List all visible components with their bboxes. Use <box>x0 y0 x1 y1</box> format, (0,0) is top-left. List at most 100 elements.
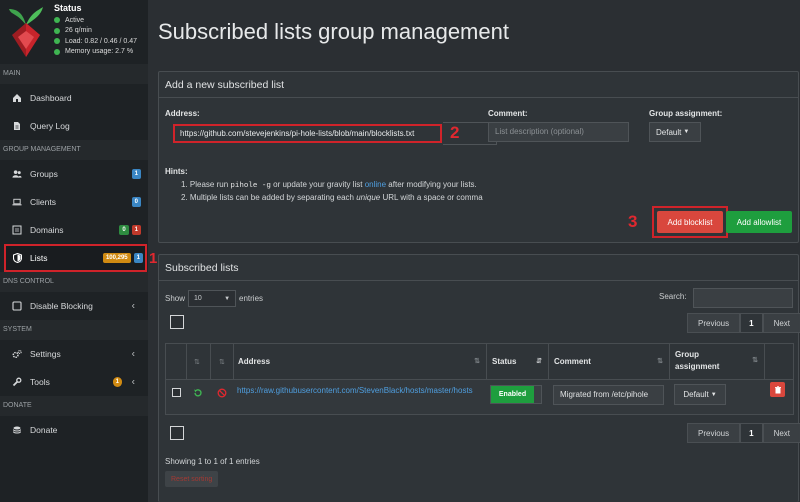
previous-button[interactable]: Previous <box>687 423 741 443</box>
sidebar-item-label: Groups <box>30 169 58 179</box>
comment-label: Comment: <box>488 109 528 118</box>
table-header-row: ⇅ ⇅ Address ⇅ Status ⇵ Comment ⇅ Group assi… <box>166 344 793 414</box>
sidebar-item-donate[interactable]: Donate <box>0 416 148 444</box>
sidebar-item-dashboard[interactable]: Dashboard <box>0 84 148 112</box>
caret-down-icon: ▼ <box>683 129 690 135</box>
online-link[interactable]: online <box>365 180 386 189</box>
stop-icon <box>12 301 22 311</box>
status-load: Load: 0.82 / 0.46 / 0.47 <box>65 37 138 45</box>
subscribed-lists-header: Subscribed lists <box>159 255 798 281</box>
column-comment[interactable]: Comment ⇅ <box>549 344 669 378</box>
reset-sorting-button[interactable]: Reset sorting <box>165 471 219 487</box>
sidebar-item-label: Query Log <box>30 121 70 131</box>
pager-bottom: Previous 1 Next <box>687 423 800 443</box>
hint-2-text-b: URL with a space or comma <box>380 193 483 202</box>
select-all-checkbox-top[interactable] <box>170 315 184 329</box>
laptop-icon <box>12 197 22 207</box>
address-label: Address: <box>165 109 200 118</box>
sort-icon: ⇅ <box>657 358 663 365</box>
gears-icon <box>12 349 22 359</box>
entries-select[interactable]: 10 ▼ <box>188 290 237 307</box>
hint-1-text: 1. Please run <box>181 179 231 189</box>
lists-domains-badge: 100,295 <box>102 253 131 263</box>
sidebar-item-domains[interactable]: Domains 01 <box>0 216 148 244</box>
sidebar-item-label: Clients <box>30 197 56 207</box>
select-all-checkbox-bottom[interactable] <box>170 426 184 440</box>
hint-2: 2. Multiple lists can be added by separa… <box>165 192 483 205</box>
search-label: Search: <box>659 292 687 301</box>
hint-1-code: pihole -g <box>230 181 271 190</box>
sidebar-item-query-log[interactable]: Query Log <box>0 112 148 140</box>
refresh-icon[interactable] <box>193 385 203 403</box>
row-checkbox[interactable] <box>172 388 181 397</box>
chevron-left-icon: ‹ <box>131 348 135 360</box>
status-title: Status <box>54 3 82 13</box>
next-button[interactable]: Next <box>762 313 800 333</box>
sort-icon: ⇅ <box>752 357 758 364</box>
search-input[interactable] <box>693 288 793 308</box>
pihole-logo <box>9 7 43 57</box>
show-label: Show <box>165 294 186 303</box>
entries-select-value: 10 <box>194 295 202 302</box>
sidebar-item-settings[interactable]: Settings ‹ <box>0 340 148 368</box>
address-input[interactable]: https://github.com/stevejenkins/pi-hole-… <box>173 124 442 143</box>
page-1-button[interactable]: 1 <box>740 423 763 443</box>
chevron-left-icon: ‹ <box>131 376 135 388</box>
previous-button[interactable]: Previous <box>687 313 741 333</box>
caret-down-icon: ▼ <box>224 295 231 302</box>
column-group-label: Group assignment <box>675 350 720 371</box>
tools-warning-badge: 1 <box>112 377 122 387</box>
page-1-button[interactable]: 1 <box>740 313 763 333</box>
column-address[interactable]: Address ⇅ <box>234 344 486 378</box>
toggle-handle <box>534 386 541 403</box>
caret-down-icon: ▼ <box>710 391 717 398</box>
comment-input[interactable]: List description (optional) <box>488 122 629 142</box>
column-address-label: Address <box>238 356 271 366</box>
sidebar-item-label: Dashboard <box>30 93 72 103</box>
group-assignment-label: Group assignment: <box>649 109 723 118</box>
row-group-select[interactable]: Default ▼ <box>674 384 726 405</box>
sidebar-item-label: Lists <box>30 253 48 263</box>
sidebar-item-tools[interactable]: Tools 1 ‹ <box>0 368 148 396</box>
sidebar-item-clients[interactable]: Clients 0 <box>0 188 148 216</box>
clients-count-badge: 0 <box>131 197 141 207</box>
list-address-link[interactable]: https://raw.githubusercontent.com/Steven… <box>237 385 482 397</box>
users-icon <box>12 169 22 179</box>
coins-icon <box>12 425 22 435</box>
wrench-icon <box>12 377 22 387</box>
row-comment-input[interactable]: Migrated from /etc/pihole <box>553 385 664 405</box>
memory-dot-icon <box>54 48 60 55</box>
show-entries: Show 10 ▼ entries <box>165 290 263 307</box>
next-button[interactable]: Next <box>762 423 800 443</box>
hint-1-text-c: after modifying your lists. <box>386 179 477 189</box>
status-block: Status Active 26 q/min Load: 0.82 / 0.46… <box>54 3 137 57</box>
add-allowlist-button[interactable]: Add allowlist <box>726 211 792 233</box>
add-blocklist-button[interactable]: Add blocklist <box>657 211 723 233</box>
column-status[interactable]: Status ⇵ <box>487 344 548 378</box>
hints-text: Hints: 1. Please run pihole -g or update… <box>165 166 483 205</box>
subscribed-lists-box: Subscribed lists Show 10 ▼ entries Search… <box>158 254 800 502</box>
section-dns-control: DNS CONTROL <box>0 272 148 292</box>
lists-table: ⇅ ⇅ Address ⇅ Status ⇵ Comment ⇅ Group assi… <box>165 343 794 415</box>
sidebar-item-groups[interactable]: Groups 1 <box>0 160 148 188</box>
column-group-assignment[interactable]: Group assignment ⇅ <box>670 344 764 378</box>
delete-button[interactable] <box>770 382 785 397</box>
sidebar-item-label: Disable Blocking <box>30 301 93 311</box>
sort-desc-icon: ⇵ <box>536 358 542 365</box>
groups-count-badge: 1 <box>131 169 141 179</box>
sidebar-item-disable-blocking[interactable]: Disable Blocking ‹ <box>0 292 148 320</box>
blocked-icon[interactable] <box>217 385 227 403</box>
status-toggle[interactable]: Enabled <box>490 385 542 404</box>
entries-label: entries <box>239 294 264 303</box>
active-dot-icon <box>54 17 60 24</box>
group-assignment-select[interactable]: Default ▼ <box>649 122 701 142</box>
sort-icon: ⇅ <box>474 358 480 365</box>
sidebar-item-lists[interactable]: Lists 100,295 1 <box>4 244 147 272</box>
domains-allow-badge: 0 <box>119 225 129 235</box>
hint-1: 1. Please run pihole -g or update your g… <box>165 179 483 193</box>
table-info: Showing 1 to 1 of 1 entries <box>165 457 260 466</box>
sidebar-item-label: Tools <box>30 377 50 387</box>
sidebar-item-label: Domains <box>30 225 64 235</box>
hints-title: Hints: <box>165 167 188 176</box>
sidebar-item-label: Donate <box>30 425 58 435</box>
